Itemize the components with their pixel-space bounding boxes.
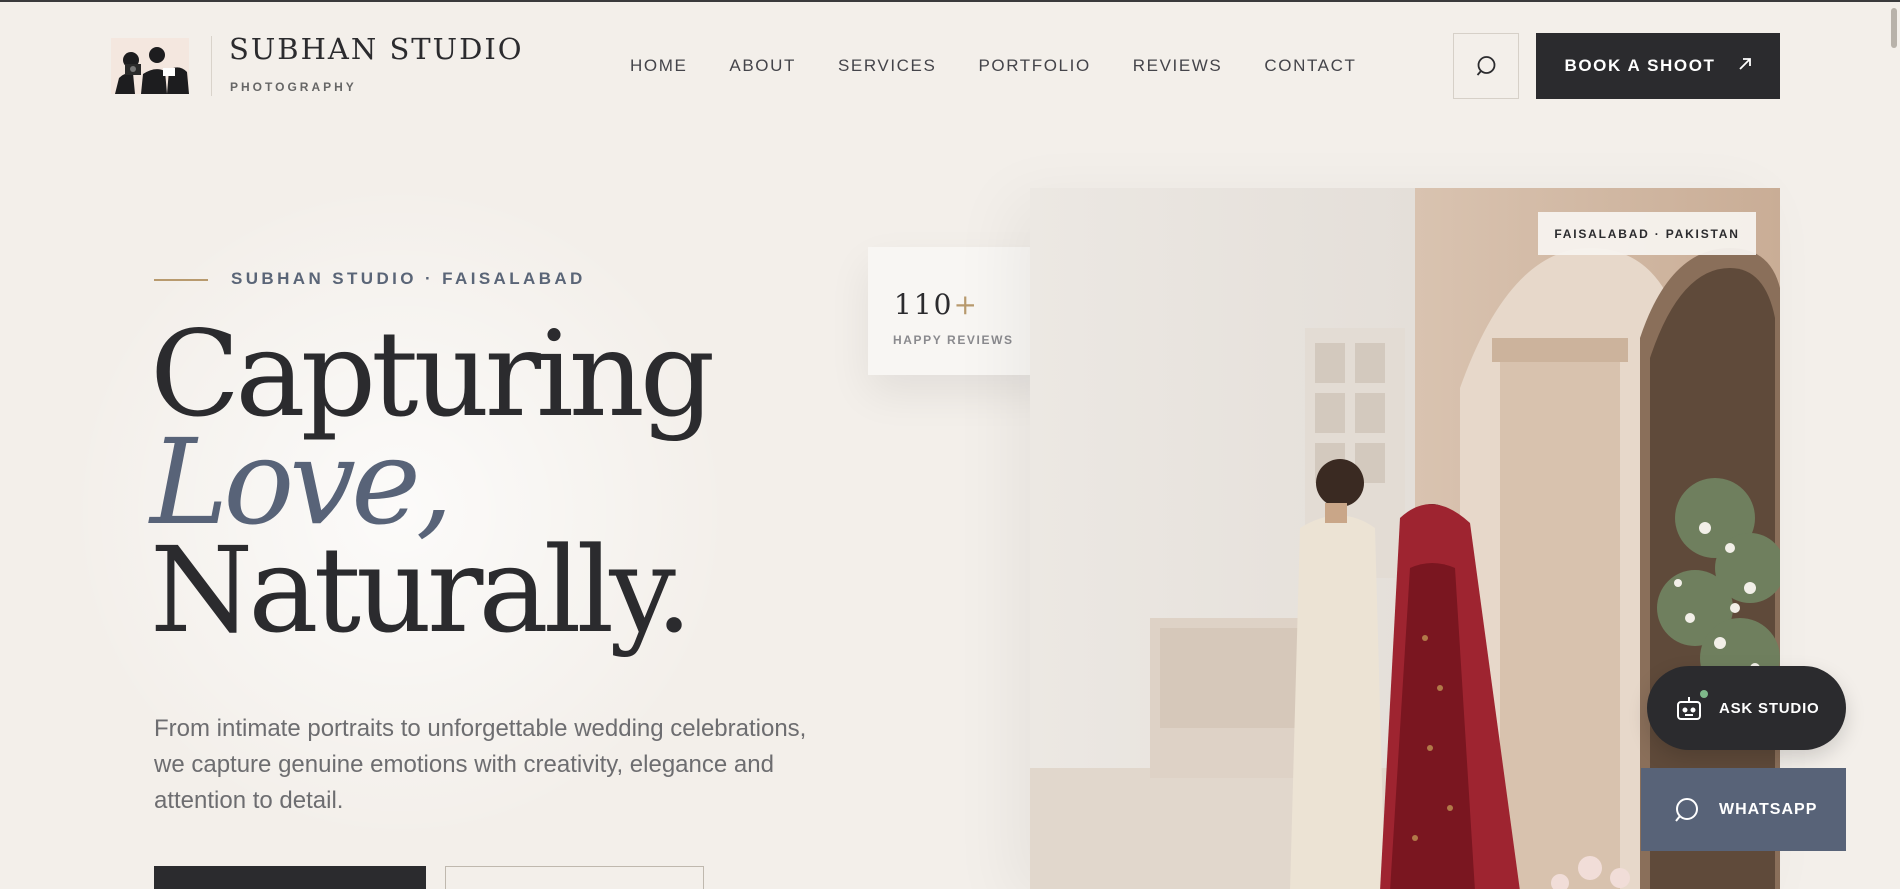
eyebrow-line: [154, 279, 208, 281]
hero-headline: Capturing Love, Naturally.: [150, 305, 715, 659]
brand-tagline: PHOTOGRAPHY: [230, 80, 357, 94]
stat-suffix: +: [953, 288, 979, 321]
logo-image[interactable]: [111, 38, 189, 94]
search-button[interactable]: [1453, 33, 1519, 99]
search-chat-icon: [1476, 56, 1496, 76]
book-shoot-button[interactable]: BOOK A SHOOT: [1536, 33, 1780, 99]
stat-value: 110+: [894, 288, 979, 321]
primary-cta-button[interactable]: [154, 866, 426, 889]
nav-services[interactable]: SERVICES: [838, 56, 936, 76]
nav-home[interactable]: HOME: [630, 56, 687, 76]
scrollbar[interactable]: [1888, 2, 1900, 889]
chat-bubble-icon: [1671, 795, 1701, 825]
book-shoot-label: BOOK A SHOOT: [1564, 56, 1716, 75]
nav-reviews[interactable]: REVIEWS: [1133, 56, 1223, 76]
ask-studio-label: ASK STUDIO: [1719, 699, 1820, 717]
headline-line-2: Love,: [150, 413, 453, 551]
nav-portfolio[interactable]: PORTFOLIO: [978, 56, 1090, 76]
brand-name[interactable]: SUBHAN STUDIO: [229, 32, 524, 66]
stat-number: 110: [894, 288, 954, 321]
location-badge: FAISALABAD · PAKISTAN: [1538, 212, 1756, 255]
headline-line-3: Naturally.: [150, 521, 693, 659]
stat-label: HAPPY REVIEWS: [893, 333, 1014, 347]
main-nav: HOME ABOUT SERVICES PORTFOLIO REVIEWS CO…: [630, 56, 1398, 76]
logo-divider: [211, 36, 212, 96]
headline-line-1: Capturing: [150, 305, 715, 443]
arrow-up-right-icon: [1738, 56, 1752, 76]
secondary-cta-button[interactable]: [445, 866, 704, 889]
nav-contact[interactable]: CONTACT: [1264, 56, 1356, 76]
scrollbar-thumb[interactable]: [1891, 8, 1897, 48]
robot-icon: [1672, 690, 1708, 725]
whatsapp-button[interactable]: WHATSAPP: [1641, 768, 1846, 851]
nav-about[interactable]: ABOUT: [729, 56, 796, 76]
hero-description: From intimate portraits to unforgettable…: [154, 715, 807, 814]
hero-eyebrow: SUBHAN STUDIO · FAISALABAD: [231, 269, 586, 288]
online-indicator: [1700, 690, 1708, 698]
whatsapp-label: WHATSAPP: [1719, 800, 1818, 818]
ask-studio-button[interactable]: ASK STUDIO: [1647, 666, 1846, 750]
